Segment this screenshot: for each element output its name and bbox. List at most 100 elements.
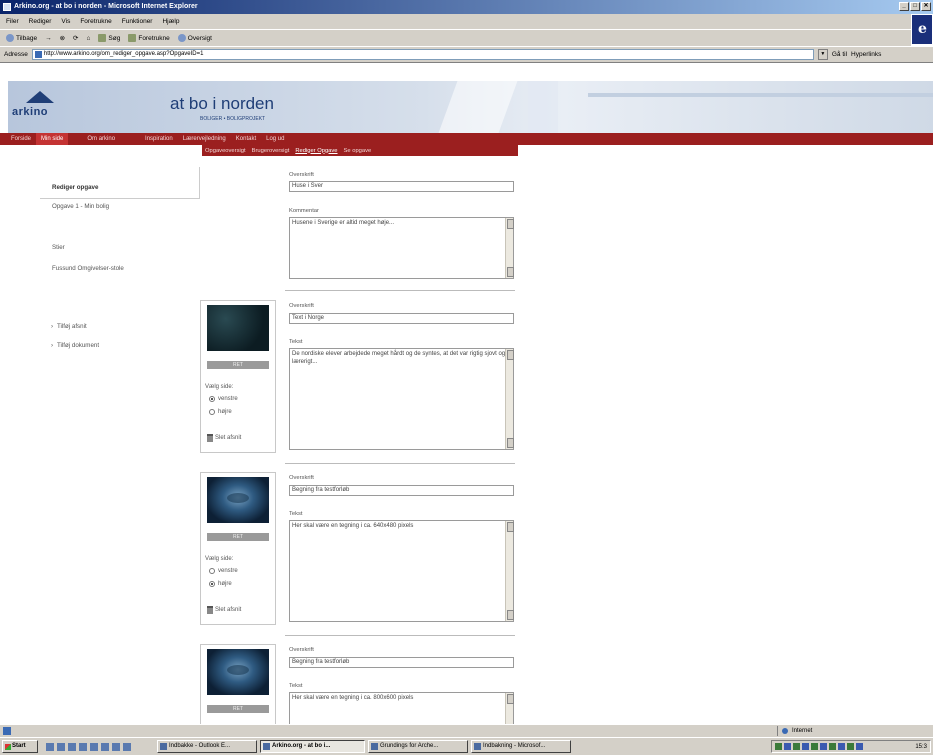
radio-right[interactable]: [209, 409, 215, 415]
links-button[interactable]: Hyperlinks: [851, 51, 881, 58]
sidebar-task-link[interactable]: Opgave 1 - Min bolig: [52, 203, 109, 210]
menu-help[interactable]: Hjælp: [162, 18, 179, 25]
status-bar: Internet: [0, 724, 933, 737]
menu-edit[interactable]: Rediger: [29, 18, 52, 25]
tray-icon[interactable]: [802, 743, 809, 750]
comment-textarea[interactable]: Husene i Sverige er altid meget høje...: [289, 217, 514, 279]
nav-forside[interactable]: Forside: [6, 133, 36, 145]
media-icon[interactable]: [79, 742, 87, 751]
radio-left-row[interactable]: venstre: [209, 396, 238, 402]
tray-icon[interactable]: [856, 743, 863, 750]
subnav-brugeroversigt[interactable]: Brugeroversigt: [252, 148, 290, 154]
add-document-link[interactable]: Tilføj dokument: [51, 342, 99, 349]
folder-icon[interactable]: [90, 742, 98, 751]
subnav-opgaveoversigt[interactable]: Opgaveoversigt: [205, 148, 246, 154]
forward-button[interactable]: →: [45, 35, 52, 42]
section-thumbnail[interactable]: [207, 305, 269, 351]
menu-favorites[interactable]: Foretrukne: [80, 18, 111, 25]
textarea-scrollbar[interactable]: [505, 349, 514, 449]
close-button[interactable]: ✕: [921, 2, 931, 11]
textarea-scrollbar[interactable]: [505, 521, 514, 621]
nav-inspiration[interactable]: Inspiration: [140, 133, 178, 145]
favorites-button[interactable]: Foretrukne: [128, 34, 170, 42]
section-thumbnail[interactable]: [207, 649, 269, 695]
subnav-rediger-opgave[interactable]: Rediger Opgave: [295, 148, 337, 154]
start-button[interactable]: Start: [2, 740, 38, 753]
history-button[interactable]: Oversigt: [177, 34, 212, 42]
section-thumbnail[interactable]: [207, 477, 269, 523]
nav-laerervejledning[interactable]: Lærervejledning: [178, 133, 231, 145]
edit-image-button[interactable]: RET: [207, 361, 269, 369]
text-textarea[interactable]: Her skal være en tegning i ca. 640x480 p…: [289, 520, 514, 622]
text-textarea[interactable]: De nordiske elever arbejdede meget hårdt…: [289, 348, 514, 450]
radio-right[interactable]: [209, 581, 215, 587]
house-roof-icon: [26, 91, 54, 103]
tray-icon[interactable]: [829, 743, 836, 750]
maximize-button[interactable]: □: [910, 2, 920, 11]
menu-view[interactable]: Vis: [61, 18, 70, 25]
back-button[interactable]: Tilbage: [6, 34, 37, 42]
edit-image-button[interactable]: RET: [207, 705, 269, 713]
sidebar-link-stier[interactable]: Stier: [52, 244, 65, 251]
text-textarea[interactable]: Her skal være en tegning i ca. 800x600 p…: [289, 692, 514, 724]
heading-input[interactable]: Huse i Sver: [289, 181, 514, 192]
section-divider: [285, 635, 515, 636]
delete-section-button[interactable]: Slet afsnit: [207, 606, 241, 614]
nav-log-ud[interactable]: Log ud: [261, 133, 289, 145]
app-icon[interactable]: [101, 742, 109, 751]
heading-input[interactable]: Begning fra testforløb: [289, 657, 514, 668]
radio-right-row[interactable]: højre: [209, 581, 232, 587]
go-button[interactable]: Gå til: [832, 51, 847, 58]
edit-image-button[interactable]: RET: [207, 533, 269, 541]
radio-left[interactable]: [209, 396, 215, 402]
search-icon: [98, 34, 107, 42]
tray-icon[interactable]: [820, 743, 827, 750]
menu-file[interactable]: Filer: [6, 18, 19, 25]
home-button[interactable]: ⌂: [86, 35, 90, 42]
taskbar-grundings[interactable]: Grundings for Arche...: [368, 740, 468, 753]
radio-left[interactable]: [209, 568, 215, 574]
subnav-se-opgave[interactable]: Se opgave: [344, 148, 372, 154]
sidebar-heading-box: [40, 167, 200, 199]
stop-button[interactable]: ⊗: [60, 34, 65, 42]
app-icon[interactable]: [112, 742, 120, 751]
taskbar-outlook[interactable]: Indbakke - Outlook E...: [157, 740, 257, 753]
search-button[interactable]: Søg: [98, 34, 120, 42]
taskbar-arkino[interactable]: Arkino.org - at bo i...: [260, 740, 365, 753]
textarea-scrollbar[interactable]: [505, 218, 514, 278]
tray-icon[interactable]: [838, 743, 845, 750]
window-controls: _ □ ✕: [899, 2, 931, 11]
site-subtitle: BOLIGER • BOLIGPROJEKT: [200, 116, 266, 122]
tray-icon[interactable]: [811, 743, 818, 750]
radio-right-row[interactable]: højre: [209, 409, 232, 415]
sidebar-link-omgivelser[interactable]: Fussund Omgivelser-stole: [52, 265, 124, 272]
trash-icon: [207, 434, 213, 442]
heading-input[interactable]: Begning fra testforløb: [289, 485, 514, 496]
radio-left-row[interactable]: venstre: [209, 568, 238, 574]
desktop-icon[interactable]: [46, 742, 54, 751]
heading-input[interactable]: Text i Norge: [289, 313, 514, 324]
quick-launch: [46, 742, 131, 751]
nav-om-arkino[interactable]: Om arkino: [82, 133, 120, 145]
menu-tools[interactable]: Funktioner: [122, 18, 153, 25]
tray-icon[interactable]: [793, 743, 800, 750]
app-icon[interactable]: [123, 742, 131, 751]
delete-section-button[interactable]: Slet afsnit: [207, 434, 241, 442]
minimize-button[interactable]: _: [899, 2, 909, 11]
address-input[interactable]: http://www.arkino.org/om_rediger_opgave.…: [31, 49, 814, 60]
tray-icon[interactable]: [775, 743, 782, 750]
nav-min-side[interactable]: Min side: [36, 133, 69, 145]
heading-label: Overskrift: [289, 172, 314, 178]
taskbar-indbakning[interactable]: Indbakning - Microsof...: [471, 740, 571, 753]
nav-kontakt[interactable]: Kontakt: [231, 133, 261, 145]
tray-icon[interactable]: [784, 743, 791, 750]
outlook-icon[interactable]: [57, 742, 65, 751]
add-section-link[interactable]: Tilføj afsnit: [51, 323, 87, 330]
section-image-panel: RET: [200, 644, 276, 724]
arkino-logo[interactable]: arkino: [8, 89, 68, 133]
ie-icon[interactable]: [68, 742, 76, 751]
refresh-button[interactable]: ⟳: [73, 34, 78, 42]
textarea-scrollbar[interactable]: [505, 693, 514, 724]
tray-icon[interactable]: [847, 743, 854, 750]
address-dropdown-button[interactable]: ▼: [817, 49, 828, 60]
